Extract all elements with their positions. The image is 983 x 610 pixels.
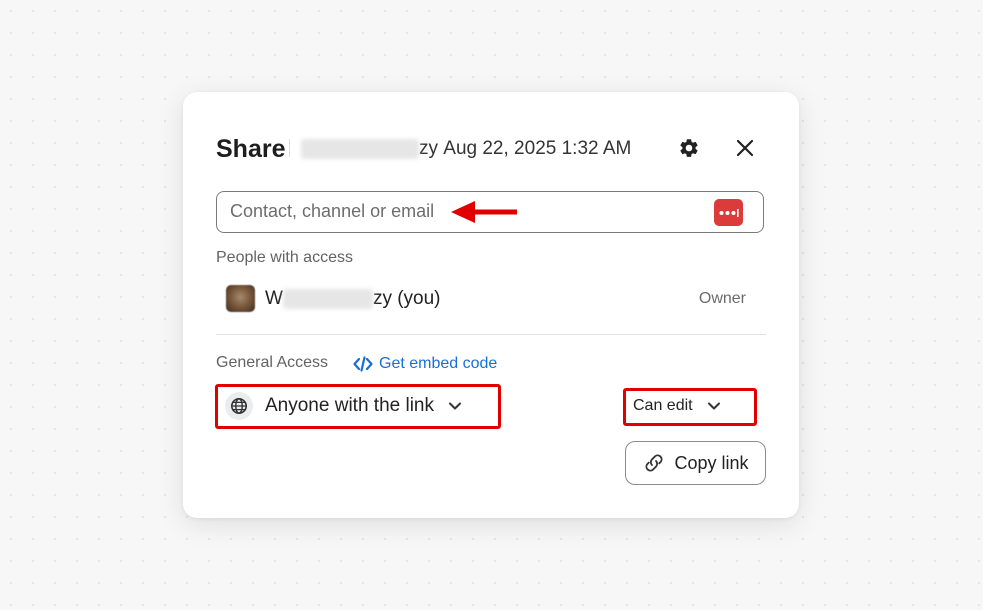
redacted-person-name xyxy=(282,289,373,309)
owner-name-suffix: zy xyxy=(419,138,438,159)
people-with-access-label: People with access xyxy=(216,249,353,266)
document-date: Aug 22, 2025 1:32 AM xyxy=(443,138,632,159)
close-button[interactable] xyxy=(731,134,759,162)
code-icon xyxy=(353,356,373,372)
person-name-prefix: W xyxy=(265,288,283,309)
person-name-suffix: zy (you) xyxy=(372,288,441,309)
dialog-subtitle: zy Aug 22, 2025 1:32 AM xyxy=(301,137,631,161)
password-manager-button[interactable] xyxy=(714,199,743,226)
general-access-label: General Access xyxy=(216,354,329,371)
avatar xyxy=(226,285,255,312)
section-divider xyxy=(216,334,766,335)
annotation-highlight-permission xyxy=(623,388,757,426)
annotation-highlight-access xyxy=(215,384,501,429)
redacted-owner-name xyxy=(301,139,419,159)
title-divider xyxy=(289,139,290,157)
password-manager-icon xyxy=(719,208,739,217)
copy-link-button[interactable]: Copy link xyxy=(625,441,766,485)
close-icon xyxy=(736,139,754,157)
gear-icon xyxy=(680,139,698,157)
person-role: Owner xyxy=(698,290,746,307)
annotation-arrow xyxy=(451,201,517,223)
dialog-title: Share xyxy=(216,135,286,163)
settings-button[interactable] xyxy=(675,134,703,162)
person-row: W zy (you) Owner xyxy=(226,284,746,314)
link-icon xyxy=(646,454,663,472)
share-dialog: Share zy Aug 22, 2025 1:32 AM People wi xyxy=(183,92,799,518)
get-embed-code-label: Get embed code xyxy=(379,355,498,372)
get-embed-code-link[interactable]: Get embed code xyxy=(353,354,497,374)
person-name: W zy (you) xyxy=(265,287,441,311)
copy-link-label: Copy link xyxy=(674,453,749,473)
